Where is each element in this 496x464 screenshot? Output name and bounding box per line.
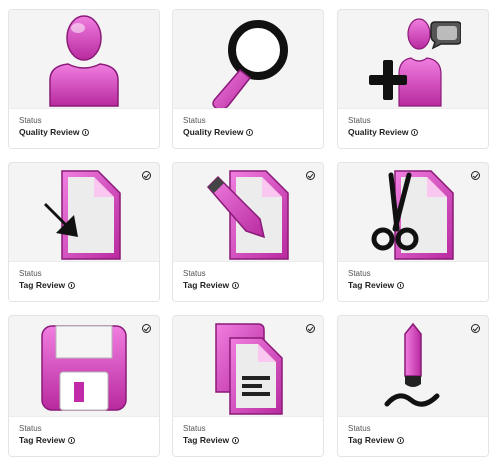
thumbnail [9,163,159,267]
status-value: Quality Review [19,126,149,139]
asset-card[interactable]: Status Tag Review [8,162,160,302]
status-value: Quality Review [183,126,313,139]
asset-card[interactable]: Status Quality Review [8,9,160,149]
card-meta: Status Tag Review [173,261,323,301]
info-icon[interactable] [82,129,90,136]
status-value-text: Tag Review [19,435,66,445]
card-meta: Status Tag Review [338,416,488,456]
asset-grid: Status Quality Review Status Quality Rev… [0,0,496,464]
edit-document-icon [206,170,289,260]
signature-pen-icon [384,322,440,407]
status-label: Status [19,269,42,278]
info-icon[interactable] [232,437,240,444]
thumbnail [173,10,323,114]
status-label: Status [19,424,42,433]
thumbnail [338,10,488,114]
status-value-text: Tag Review [348,435,395,445]
search-icon [212,20,288,110]
status-value: Tag Review [19,279,149,292]
status-value-text: Quality Review [183,127,244,137]
save-icon [41,325,127,411]
status-label: Status [348,116,371,125]
cut-document-icon [371,170,454,260]
thumbnail [338,163,488,267]
status-value: Tag Review [348,279,478,292]
status-value: Quality Review [348,126,478,139]
asset-card[interactable]: Status Tag Review [337,315,489,457]
thumbnail [173,316,323,420]
status-value: Tag Review [183,279,313,292]
status-label: Status [348,269,371,278]
status-value: Tag Review [19,434,149,447]
card-meta: Status Quality Review [9,108,159,148]
card-meta: Status Quality Review [338,108,488,148]
status-label: Status [183,116,206,125]
card-meta: Status Tag Review [9,261,159,301]
asset-card[interactable]: Status Tag Review [172,315,324,457]
status-value-text: Tag Review [19,280,66,290]
status-label: Status [183,269,206,278]
thumbnail [9,10,159,114]
status-value-text: Quality Review [19,127,80,137]
info-icon[interactable] [68,282,76,289]
info-icon[interactable] [246,129,254,136]
thumbnail [9,316,159,420]
status-value-text: Tag Review [348,280,395,290]
info-icon[interactable] [397,282,405,289]
card-meta: Status Tag Review [338,261,488,301]
status-label: Status [348,424,371,433]
asset-card[interactable]: Status Tag Review [172,162,324,302]
asset-card[interactable]: Status Tag Review [8,315,160,457]
copy-document-icon [215,323,283,415]
thumbnail [173,163,323,267]
status-value-text: Quality Review [348,127,409,137]
card-meta: Status Tag Review [173,416,323,456]
status-value-text: Tag Review [183,435,230,445]
asset-card[interactable]: Status Quality Review [337,9,489,149]
info-icon[interactable] [68,437,76,444]
status-value: Tag Review [348,434,478,447]
info-icon[interactable] [411,129,419,136]
add-user-icon [369,18,461,107]
card-meta: Status Quality Review [173,108,323,148]
status-value: Tag Review [183,434,313,447]
info-icon[interactable] [232,282,240,289]
status-label: Status [183,424,206,433]
card-meta: Status Tag Review [9,416,159,456]
info-icon[interactable] [397,437,405,444]
status-label: Status [19,116,42,125]
user-icon [49,15,119,107]
thumbnail [338,316,488,420]
asset-card[interactable]: Status Tag Review [337,162,489,302]
import-document-icon [44,170,121,260]
asset-card[interactable]: Status Quality Review [172,9,324,149]
status-value-text: Tag Review [183,280,230,290]
